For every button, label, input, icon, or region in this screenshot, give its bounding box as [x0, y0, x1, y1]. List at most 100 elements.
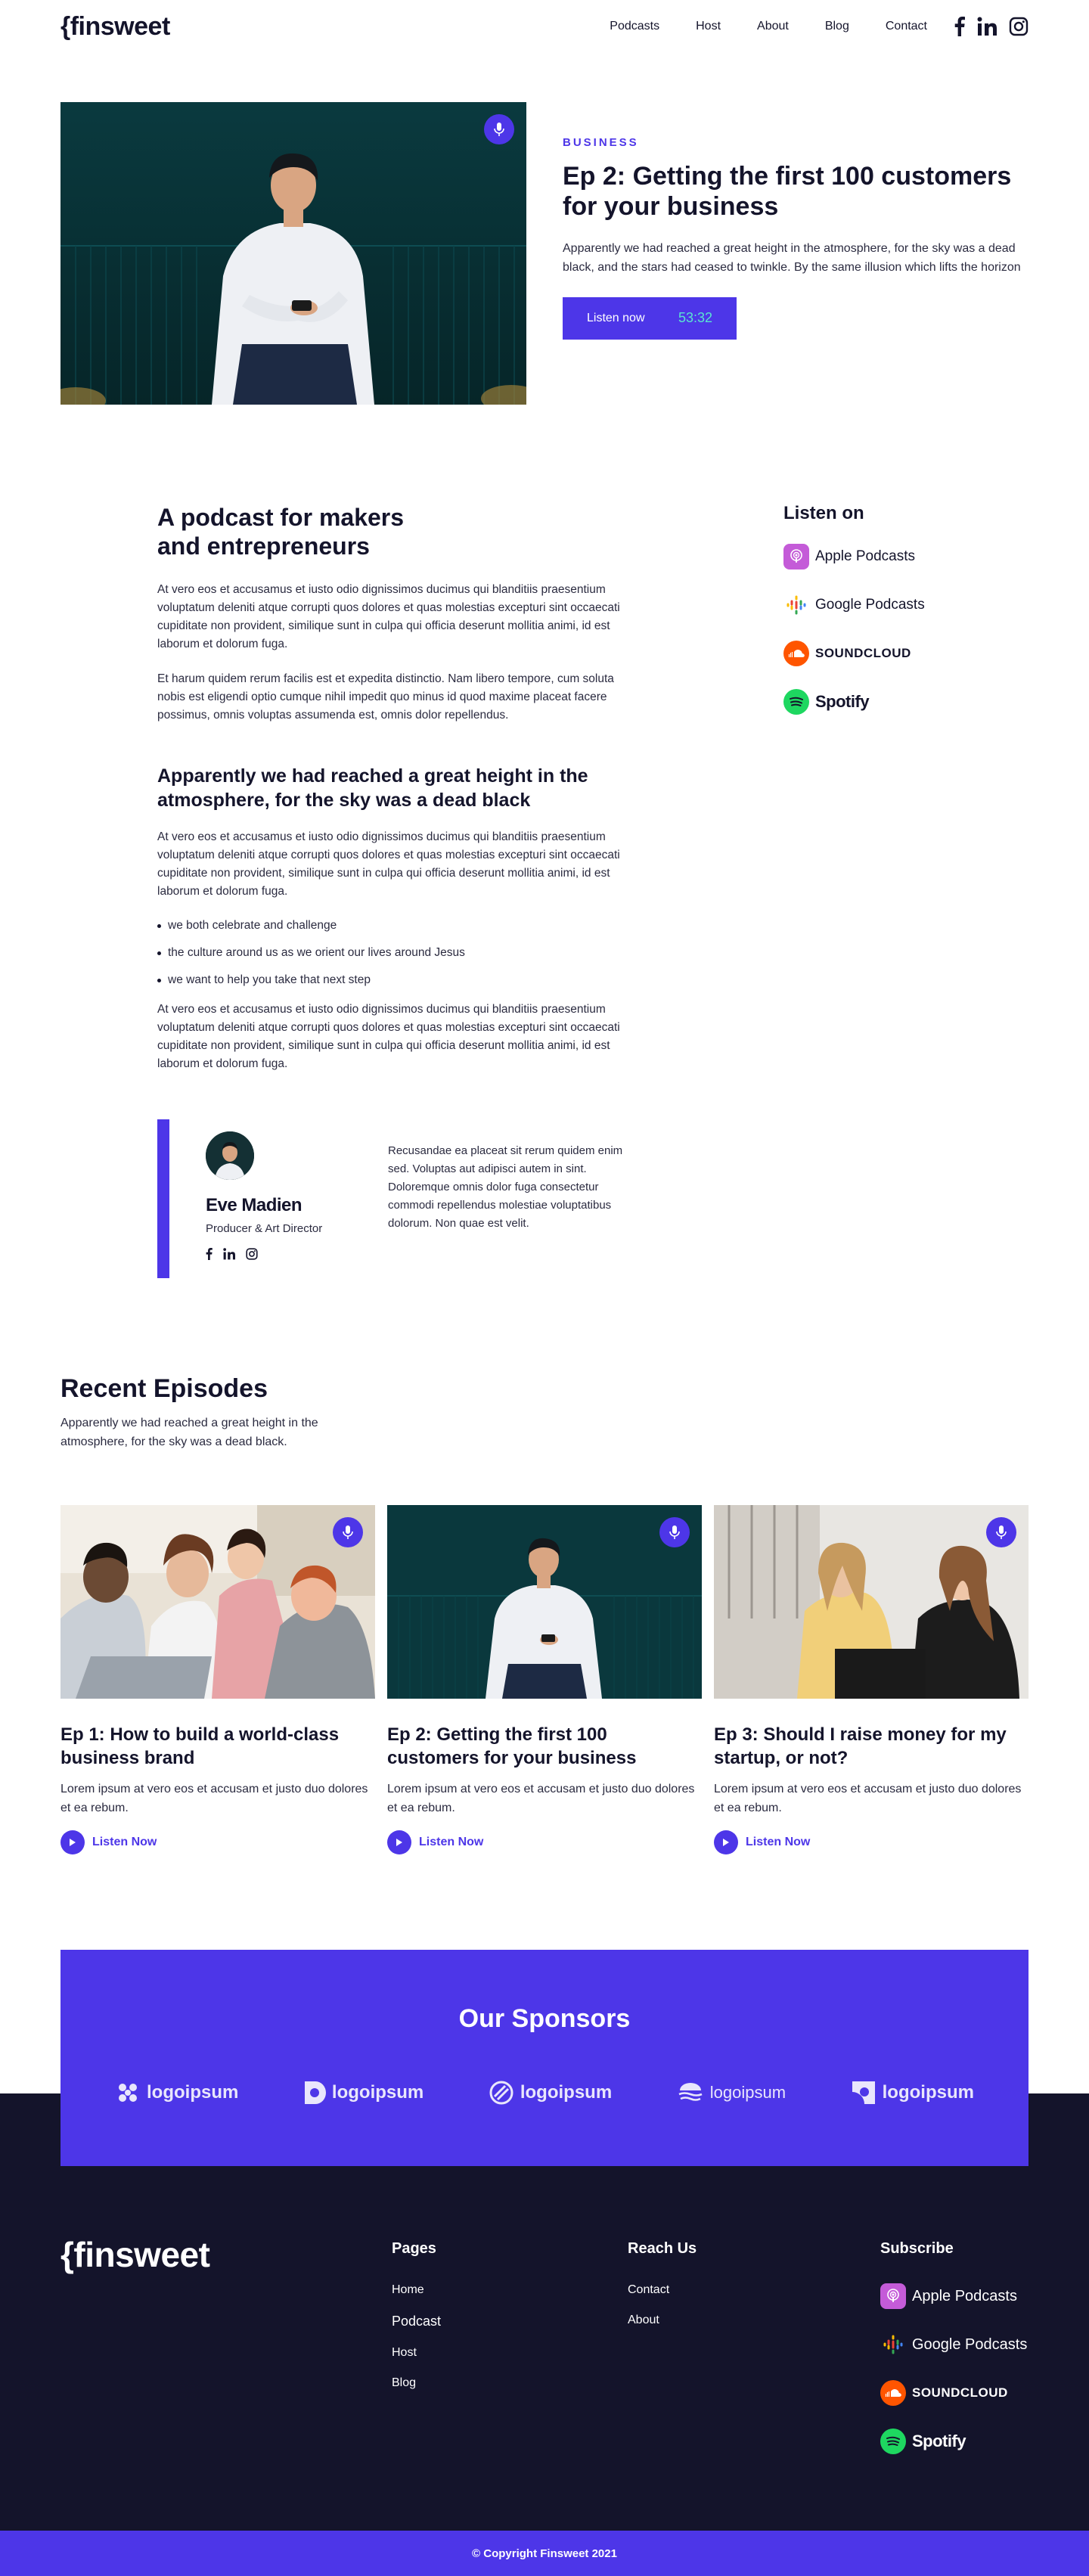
- platform-label: SOUNDCLOUD: [912, 2385, 1008, 2400]
- site-logo[interactable]: {finsweet: [60, 12, 170, 42]
- platform-label: Google Podcasts: [912, 2335, 1028, 2353]
- nav-link-blog[interactable]: Blog: [825, 20, 849, 33]
- footer-link-contact[interactable]: Contact: [628, 2283, 697, 2297]
- episode-card[interactable]: Ep 3: Should I raise money for my startu…: [714, 1505, 1028, 1854]
- recent-episodes-header: Recent Episodes Apparently we had reache…: [60, 1374, 355, 1452]
- soundcloud-icon: [783, 641, 809, 666]
- spotify-icon: [783, 689, 809, 715]
- nav-link-contact[interactable]: Contact: [886, 20, 927, 33]
- sponsor-logo: logoipsum: [115, 2080, 238, 2106]
- platform-apple-podcasts[interactable]: Apple Podcasts: [783, 544, 965, 570]
- listen-now-label: Listen now: [587, 311, 645, 324]
- listen-now-link[interactable]: Listen Now: [60, 1830, 375, 1854]
- platform-spotify[interactable]: Spotify: [880, 2429, 1027, 2454]
- mic-badge: [986, 1517, 1016, 1547]
- logoipsum-mark-icon: [489, 2081, 513, 2105]
- episode-description: Lorem ipsum at vero eos et accusam et ju…: [714, 1783, 1022, 1815]
- episode-card[interactable]: Ep 2: Getting the first 100 customers fo…: [387, 1505, 702, 1854]
- episode-title[interactable]: Ep 2: Getting the first 100 customers fo…: [387, 1723, 702, 1770]
- linkedin-icon[interactable]: [977, 17, 997, 36]
- sponsor-logo: logoipsum: [851, 2080, 974, 2106]
- google-podcasts-icon: [880, 2332, 906, 2357]
- avatar: [206, 1131, 254, 1180]
- episode-card[interactable]: Ep 1: How to build a world-class busines…: [60, 1505, 375, 1854]
- apple-podcasts-icon: [783, 544, 809, 570]
- platform-spotify[interactable]: Spotify: [783, 689, 965, 715]
- footer-link-about[interactable]: About: [628, 2314, 697, 2327]
- footer-logo[interactable]: {finsweet: [60, 2234, 210, 2275]
- platform-apple-podcasts[interactable]: Apple Podcasts: [880, 2283, 1027, 2309]
- footer-link-host[interactable]: Host: [392, 2346, 441, 2360]
- episode-duration: 53:32: [678, 310, 712, 326]
- microphone-icon: [996, 1525, 1007, 1539]
- episode-article: A podcast for makers and entrepreneurs A…: [157, 503, 634, 1073]
- instagram-icon[interactable]: [246, 1248, 258, 1264]
- list-item: we want to help you take that next step: [157, 973, 634, 987]
- sponsor-logo: logoipsum: [489, 2080, 612, 2106]
- episode-image: [387, 1505, 702, 1699]
- mic-badge: [333, 1517, 363, 1547]
- author-role: Producer & Art Director: [206, 1222, 323, 1235]
- hero-content: BUSINESS Ep 2: Getting the first 100 cus…: [563, 136, 1028, 340]
- facebook-icon[interactable]: [954, 17, 965, 36]
- nav-link-about[interactable]: About: [757, 20, 789, 33]
- mic-badge: [659, 1517, 690, 1547]
- soundcloud-icon: [880, 2380, 906, 2406]
- logoipsum-mark-icon: [852, 2081, 875, 2104]
- platform-label: Spotify: [912, 2432, 966, 2450]
- microphone-icon: [494, 123, 504, 136]
- nav-link-host[interactable]: Host: [696, 20, 721, 33]
- footer-link-blog[interactable]: Blog: [392, 2376, 441, 2390]
- listen-now-label: Listen Now: [419, 1835, 484, 1848]
- sponsor-name: logoipsum: [709, 2083, 786, 2102]
- hero-image: [60, 102, 526, 405]
- sponsor-name: logoipsum: [331, 2082, 424, 2103]
- sponsor-logo: logoipsum: [303, 2080, 424, 2106]
- platform-label: Apple Podcasts: [912, 2287, 1017, 2304]
- footer-column-title: Reach Us: [628, 2240, 697, 2257]
- episode-title[interactable]: Ep 3: Should I raise money for my startu…: [714, 1723, 1028, 1770]
- play-icon: [60, 1830, 85, 1854]
- linkedin-icon[interactable]: [223, 1248, 235, 1264]
- footer-column-title: Pages: [392, 2240, 436, 2257]
- section-subtitle: Apparently we had reached a great height…: [60, 1417, 318, 1448]
- platform-label: Apple Podcasts: [815, 548, 916, 564]
- sponsors-title: Our Sponsors: [458, 2004, 631, 2033]
- hero-photo-man-with-phone: [60, 102, 526, 405]
- copyright-text: © Copyright Finsweet 2021: [472, 2547, 617, 2560]
- episode-description: Lorem ipsum at vero eos et accusam et ju…: [60, 1783, 368, 1815]
- listen-now-label: Listen Now: [92, 1835, 157, 1848]
- author-card: Eve Madien Producer & Art Director Recus…: [157, 1119, 641, 1278]
- accent-bar: [157, 1119, 169, 1278]
- man-with-phone-photo: [387, 1505, 702, 1699]
- footer-link-podcast[interactable]: Podcast: [392, 2314, 441, 2329]
- apple-podcasts-icon: [880, 2283, 906, 2309]
- listen-now-link[interactable]: Listen Now: [387, 1830, 702, 1854]
- article-heading: A podcast for makers and entrepreneurs: [157, 504, 405, 560]
- article-paragraph: At vero eos et accusamus et iusto odio d…: [157, 830, 620, 898]
- instagram-icon[interactable]: [1009, 17, 1028, 36]
- microphone-icon: [343, 1525, 353, 1539]
- listen-now-button[interactable]: Listen now 53:32: [563, 296, 737, 340]
- platform-soundcloud[interactable]: SOUNDCLOUD: [783, 641, 965, 666]
- platform-google-podcasts[interactable]: Google Podcasts: [783, 592, 965, 618]
- platform-google-podcasts[interactable]: Google Podcasts: [880, 2332, 1027, 2357]
- list-item: the culture around us as we orient our l…: [157, 946, 634, 960]
- facebook-icon[interactable]: [206, 1248, 213, 1264]
- listen-on-title: Listen on: [783, 503, 864, 523]
- article-paragraph: At vero eos et accusamus et iusto odio d…: [157, 582, 620, 650]
- episode-title[interactable]: Ep 1: How to build a world-class busines…: [60, 1723, 375, 1770]
- article-bullet-list: we both celebrate and challenge the cult…: [157, 919, 634, 987]
- article-paragraph: At vero eos et accusamus et iusto odio d…: [157, 1002, 620, 1070]
- hero-title: Ep 2: Getting the first 100 customers fo…: [563, 162, 1012, 222]
- sponsor-name: logoipsum: [882, 2082, 974, 2103]
- platform-soundcloud[interactable]: SOUNDCLOUD: [880, 2380, 1027, 2406]
- episode-image: [714, 1505, 1028, 1699]
- section-title: Recent Episodes: [60, 1374, 268, 1403]
- episode-image: [60, 1505, 375, 1699]
- listen-now-link[interactable]: Listen Now: [714, 1830, 1028, 1854]
- nav-link-podcasts[interactable]: Podcasts: [610, 20, 659, 33]
- footer-link-home[interactable]: Home: [392, 2283, 441, 2297]
- platform-label: Google Podcasts: [815, 597, 925, 613]
- top-nav: {finsweet Podcasts Host About Blog Conta…: [60, 0, 1028, 53]
